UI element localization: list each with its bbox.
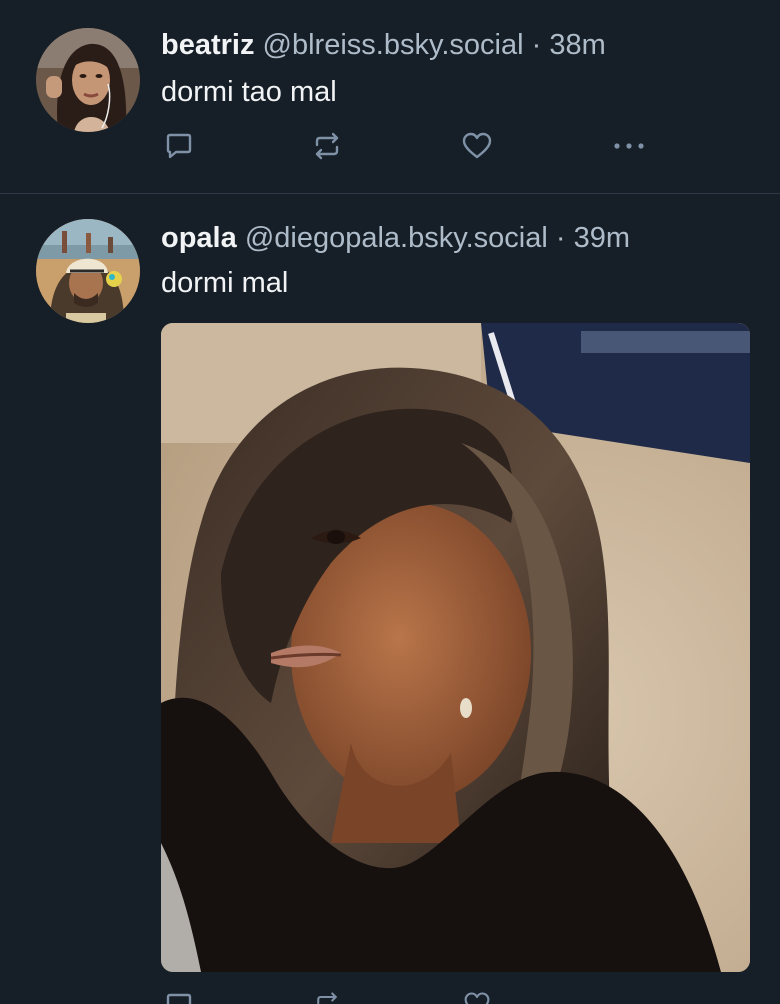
feed-post[interactable]: beatriz @blreiss.bsky.social · 38m dormi… — [0, 0, 780, 194]
more-icon — [614, 143, 644, 149]
repost-icon — [315, 132, 339, 160]
post-time[interactable]: 39m — [574, 222, 630, 254]
reply-button[interactable] — [161, 990, 197, 1004]
avatar-photo — [36, 219, 140, 323]
post-text: dormi tao mal — [161, 76, 337, 108]
post-header: beatriz @blreiss.bsky.social · 38m — [161, 27, 606, 63]
like-icon — [462, 132, 492, 159]
display-name[interactable]: opala — [161, 222, 237, 254]
user-handle[interactable]: @blreiss.bsky.social — [263, 29, 524, 61]
repost-button[interactable] — [309, 990, 345, 1004]
repost-button[interactable] — [309, 128, 345, 164]
post-actions — [161, 990, 661, 1004]
reply-icon — [166, 133, 192, 159]
like-icon — [464, 992, 490, 1004]
like-button[interactable] — [459, 990, 495, 1004]
post-header: opala @diegopala.bsky.social · 39m — [161, 220, 630, 256]
avatar-photo — [36, 28, 140, 132]
repost-icon — [317, 992, 337, 1004]
photo-of-woman — [161, 323, 750, 972]
post-image[interactable] — [161, 323, 750, 972]
more-options-button[interactable] — [611, 128, 647, 164]
display-name[interactable]: beatriz — [161, 29, 254, 61]
post-actions — [161, 128, 661, 164]
reply-button[interactable] — [161, 128, 197, 164]
avatar[interactable] — [36, 219, 140, 323]
post-text: dormi mal — [161, 267, 289, 299]
feed-post[interactable]: opala @diegopala.bsky.social · 39m dormi… — [0, 194, 780, 1004]
like-button[interactable] — [459, 128, 495, 164]
reply-icon — [166, 993, 192, 1004]
user-handle[interactable]: @diegopala.bsky.social — [245, 222, 548, 254]
post-time[interactable]: 38m — [549, 29, 605, 61]
separator: · — [555, 222, 566, 254]
avatar[interactable] — [36, 28, 140, 132]
separator: · — [531, 29, 542, 61]
